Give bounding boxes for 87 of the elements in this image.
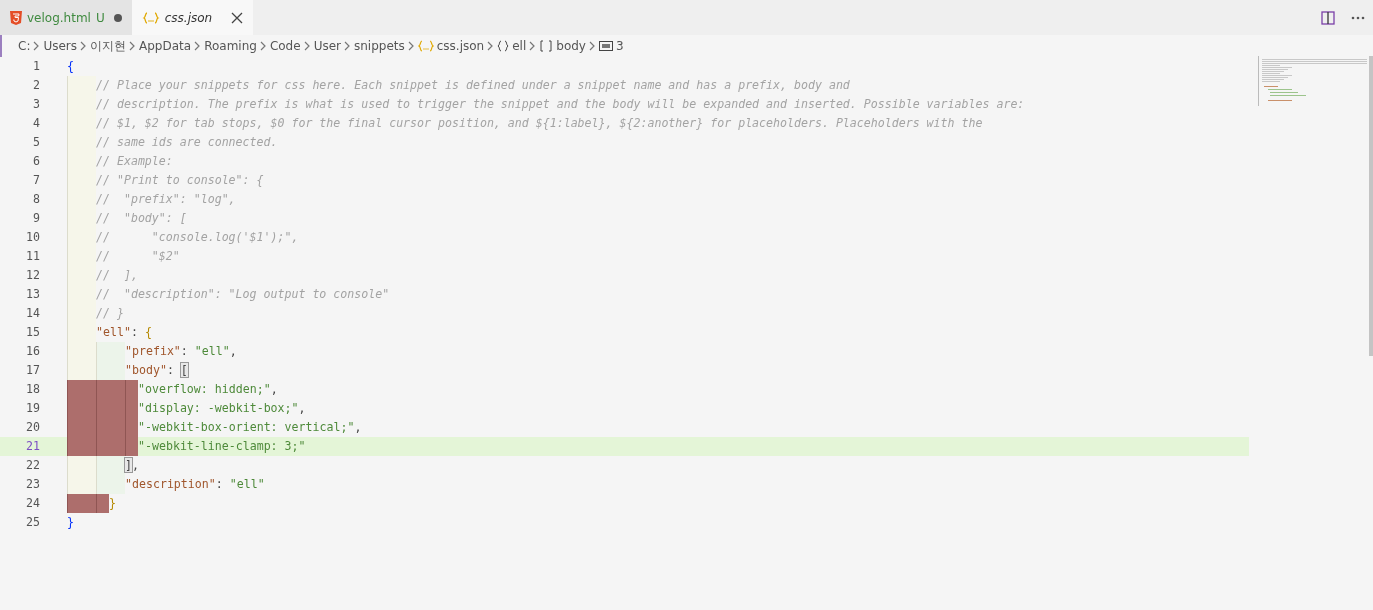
chevron-icon <box>129 41 137 51</box>
code-line: { <box>67 58 74 75</box>
code-line: // ], <box>96 267 138 284</box>
close-icon[interactable] <box>231 11 244 24</box>
line-number: 13 <box>25 286 41 303</box>
code-line: // same ids are connected. <box>96 134 278 151</box>
code-line: "description": "ell" <box>125 476 265 493</box>
breadcrumb-item[interactable]: body <box>556 39 586 53</box>
breadcrumb-item[interactable]: 이지현 <box>90 37 127 55</box>
line-number: 18 <box>25 381 41 398</box>
code-line: // "body": [ <box>96 210 187 227</box>
line-number: 24 <box>25 495 41 512</box>
code-line: // } <box>96 305 124 322</box>
chevron-icon <box>303 41 311 51</box>
code-line: // "console.log('$1');", <box>96 229 299 246</box>
breadcrumb-item[interactable]: snippets <box>354 39 405 53</box>
status-label: U <box>95 10 105 25</box>
code-line: "-webkit-line-clamp: 3;" <box>138 438 306 455</box>
breadcrumb-item[interactable]: Roaming <box>204 39 257 53</box>
code-line: // $1, $2 for tab stops, $0 for the final cursor position, and ${1:label}, ${2:another} for placeholders. Placeholders with the <box>96 115 983 132</box>
line-number: 7 <box>32 172 41 189</box>
code-line: // Place your snippets for css here. Each snippet is defined under a snippet name and has a prefix, body and <box>96 77 850 94</box>
code-line: "-webkit-box-orient: vertical;", <box>138 419 362 436</box>
line-number: 19 <box>25 400 41 417</box>
line-number: 14 <box>25 305 41 322</box>
line-number: 20 <box>25 419 41 436</box>
line-number: 22 <box>25 457 41 474</box>
more-icon[interactable] <box>1351 15 1365 20</box>
line-number: 9 <box>32 210 41 227</box>
chevron-icon <box>588 41 596 51</box>
tab-label: velog.html <box>27 10 91 25</box>
line-number: 2 <box>32 77 41 94</box>
breadcrumb-item[interactable]: C: <box>18 39 31 53</box>
line-number: 25 <box>25 514 41 531</box>
line-number: 17 <box>25 362 41 379</box>
brackets-icon <box>539 40 554 52</box>
code-line: "body": [ <box>125 362 188 379</box>
chevron-icon <box>33 41 41 51</box>
line-number: 1 <box>32 58 41 75</box>
tab-label: css.json <box>164 10 213 25</box>
scrollbar[interactable] <box>1369 56 1373 356</box>
code-line: } <box>109 495 116 512</box>
code-line: } <box>67 514 74 531</box>
code-line: "overflow: hidden;", <box>138 381 278 398</box>
line-number: 3 <box>32 96 41 113</box>
code-line: // Example: <box>96 153 173 170</box>
breadcrumb-item[interactable]: css.json <box>436 39 485 53</box>
line-number: 15 <box>25 324 41 341</box>
split-editor-icon[interactable] <box>1321 10 1335 25</box>
line-number: 12 <box>25 267 41 284</box>
chevron-icon <box>487 41 495 51</box>
breadcrumb-item[interactable]: Users <box>43 39 78 53</box>
braces-icon <box>497 40 510 52</box>
code-line: ], <box>125 457 139 474</box>
code-line: // "$2" <box>96 248 180 265</box>
code-line: // "Print to console": { <box>96 172 264 189</box>
code-line: "prefix": "ell", <box>125 343 237 360</box>
line-number: 11 <box>25 248 41 265</box>
code-line: "ell": { <box>96 324 152 341</box>
breadcrumb-item[interactable]: AppData <box>139 39 192 53</box>
code-line: "display: -webkit-box;", <box>138 400 306 417</box>
breadcrumb-item[interactable]: Code <box>269 39 301 53</box>
code-line: // "description": "Log output to console" <box>96 286 390 303</box>
chevron-icon <box>407 41 415 51</box>
code-line: // "prefix": "log", <box>96 191 236 208</box>
string-icon <box>598 41 613 51</box>
editor-tab[interactable]: css.json <box>131 0 254 35</box>
line-number: 23 <box>25 476 41 493</box>
code-line: // description. The prefix is what is used to trigger the snippet and the body will be expanded and inserted. Possible variables are: <box>96 96 1025 113</box>
html-file-icon <box>10 10 22 25</box>
breadcrumb-item[interactable]: User <box>313 39 341 53</box>
chevron-icon <box>529 41 537 51</box>
chevron-icon <box>259 41 267 51</box>
chevron-icon <box>80 41 88 51</box>
line-number: 5 <box>32 134 41 151</box>
chevron-icon <box>194 41 202 51</box>
chevron-icon <box>344 41 351 51</box>
line-number: 21 <box>25 438 41 455</box>
breadcrumb-item[interactable]: 3 <box>615 39 624 53</box>
line-number: 4 <box>32 115 41 132</box>
line-number: 16 <box>25 343 41 360</box>
line-number: 8 <box>32 191 41 208</box>
breadcrumb-item[interactable]: ell <box>512 39 527 53</box>
line-number: 10 <box>25 229 41 246</box>
line-number: 6 <box>32 153 41 170</box>
braces-icon <box>141 11 160 24</box>
braces-icon <box>417 40 434 52</box>
